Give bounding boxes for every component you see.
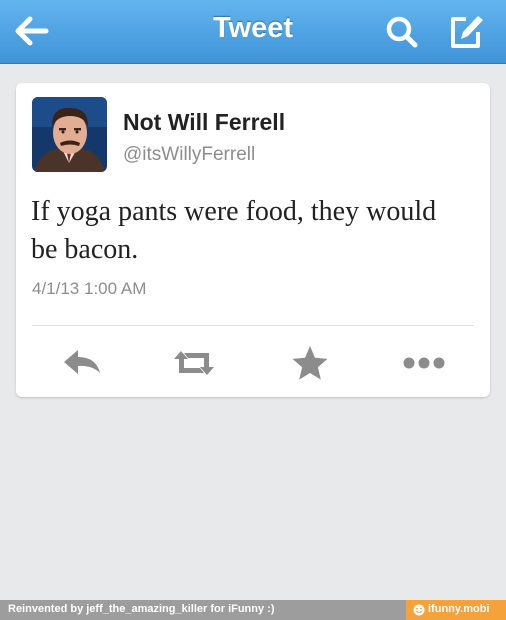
brand-label: ifunny.mobi [428, 603, 490, 615]
reply-icon [64, 350, 100, 374]
user-handle[interactable]: @itsWillyFerrell [123, 144, 255, 166]
tweet-card: Not Will Ferrell @itsWillyFerrell If yog… [16, 83, 490, 397]
nav-bar: Tweet [0, 0, 506, 64]
tweet-timestamp: 4/1/13 1:00 AM [32, 279, 147, 298]
search-icon [386, 16, 418, 48]
more-button[interactable] [400, 339, 448, 387]
page-title: Tweet [212, 12, 294, 44]
avatar[interactable] [32, 97, 107, 172]
search-button[interactable] [380, 10, 424, 54]
compose-icon [451, 16, 483, 48]
brand-badge[interactable]: ifunny.mobi [406, 600, 506, 620]
watermark-bar: Reinvented by jeff_the_amazing_killer fo… [0, 600, 506, 620]
favorite-button[interactable] [286, 339, 334, 387]
credit-text: Reinvented by jeff_the_amazing_killer fo… [8, 603, 275, 615]
tweet-text: If yoga pants were food, they would be b… [31, 196, 437, 265]
avatar-image [32, 97, 107, 172]
reply-button[interactable] [58, 339, 106, 387]
retweet-button[interactable] [170, 339, 218, 387]
star-icon [292, 346, 328, 380]
smile-icon [413, 604, 425, 616]
divider [32, 325, 474, 326]
display-name[interactable]: Not Will Ferrell [123, 109, 285, 136]
more-icon [403, 357, 445, 369]
compose-button[interactable] [444, 10, 488, 54]
retweet-icon [174, 351, 214, 375]
